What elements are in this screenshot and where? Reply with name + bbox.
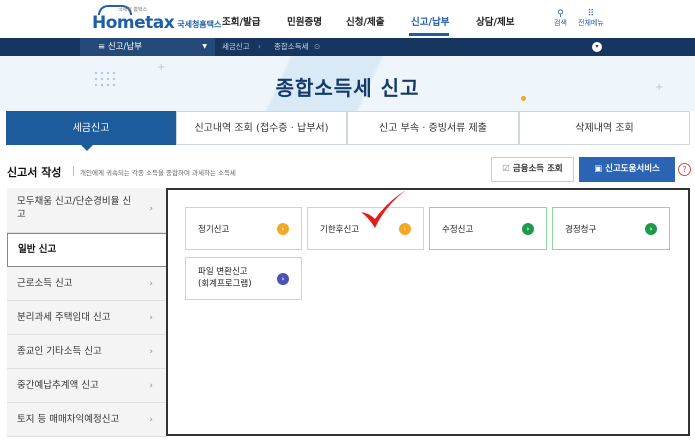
chevron-right-icon: › [149,347,153,357]
chevron-right-icon: › [149,381,153,391]
hometax-logo[interactable]: 국세청 홈택스 Hometax 국세청홈택스 [92,5,222,33]
check-mark-icon [361,190,406,228]
all-menu-button[interactable]: ⠿ 전체메뉴 [578,9,604,28]
location-bar: ≡ 신고/납부 ▼ 세금신고 › 종합소득세 ⊙ ▾ [0,38,695,56]
breadcrumb-tax-filing[interactable]: 세금신고 [222,38,250,56]
breadcrumb-separator-icon: › [258,42,261,51]
logo-main-text: Hometax [92,13,175,33]
side-menu-label: 분리과세 주택임대 신고 [17,312,111,323]
side-menu-item-earned-income[interactable]: 근로소득 신고 › [7,267,167,301]
tab-filing-history[interactable]: 신고내역 조회 (접수증 · 납부서) [176,111,347,145]
card-label: 경정청구 [565,224,597,235]
card-label-line1: 파일 변환신고 [198,267,248,278]
active-nav-underline [409,33,449,36]
section-title: 신고서 작성 [7,166,62,179]
card-label: 정기신고 [198,224,230,235]
card-label: 수정신고 [442,224,474,235]
side-menu-label: 모두채움 신고/단순경비율 신고 [17,196,132,220]
all-menu-label: 전체메뉴 [578,18,604,27]
side-menu-item-general[interactable]: 일반 신고 [7,233,168,267]
section-description: 개인에게 귀속되는 각종 소득을 종합하여 과세하는 소득세 [80,169,236,177]
side-menu-item-land-sale[interactable]: 토지 등 매매차익예정신고 › [7,403,167,437]
menu-dropdown[interactable]: ≡ 신고/납부 ▼ [80,38,215,56]
search-label: 검색 [554,18,567,27]
card-amended-filing[interactable]: 수정신고 › [429,207,547,250]
nav-item-filing[interactable]: 신고/납부 [411,14,449,28]
chevron-right-icon: › [149,313,153,323]
financial-income-label: 금융소득 조회 [512,164,563,174]
checklist-icon: ☑ [502,164,510,174]
card-regular-filing[interactable]: 정기신고 › [185,207,302,250]
side-menu-label: 근로소득 신고 [17,278,73,289]
top-header: 국세청 홈택스 Hometax 국세청홈택스 조회/발급 민원증명 신청/제출 … [0,0,695,38]
question-icon[interactable]: ? [678,163,691,176]
menu-dropdown-label: ≡ 신고/납부 [98,42,142,52]
card-label-line2: (회계프로그램) [198,278,252,289]
nav-item-application[interactable]: 신청/제출 [346,14,384,28]
financial-income-button[interactable]: ☑ 금융소득 조회 [491,157,574,182]
dropdown-arrow-icon: ▼ [202,43,207,50]
side-menu-label: 일반 신고 [18,244,57,255]
arrow-circle-icon: › [277,273,289,285]
side-menu-item-interim[interactable]: 중간예납추계액 신고 › [7,369,167,403]
breadcrumb-expand-icon: ⊙ [314,42,321,51]
chevron-right-icon: › [149,204,153,214]
nav-item-inquiry[interactable]: 조회/발급 [222,14,260,28]
side-menu-label: 토지 등 매매차익예정신고 [17,414,120,425]
side-menu-item-housing-rental[interactable]: 분리과세 주택임대 신고 › [7,301,167,335]
nav-item-certificate[interactable]: 민원증명 [287,14,322,28]
nav-more-icon[interactable]: ▾ [592,42,602,52]
chevron-right-icon: › [149,279,153,289]
logo-tiny-text: 국세청 홈택스 [118,7,148,13]
filing-help-button[interactable]: ▣ 신고도움서비스 [579,157,675,182]
page-banner: + + 종합소득세 신고 [0,56,695,111]
tab-tax-filing[interactable]: 세금신고 [6,111,176,145]
arrow-circle-icon: › [645,223,657,235]
arrow-circle-icon: › [277,223,289,235]
side-menu-label: 중간예납추계액 신고 [17,380,99,391]
card-label: 파일 변환신고 (회계프로그램) [198,267,252,290]
card-label: 기한후신고 [320,224,360,235]
filing-help-label: 신고도움서비스 [605,164,660,174]
active-tab-caret [81,145,93,151]
card-correction-claim[interactable]: 경정청구 › [552,207,670,250]
side-menu-item-religious[interactable]: 종교인 기타소득 신고 › [7,335,167,369]
page-title: 종합소득세 신고 [275,76,420,100]
section-divider [73,166,74,176]
chevron-right-icon: › [149,415,153,425]
breadcrumb-income-tax[interactable]: 종합소득세 [274,38,309,56]
tab-bar: 세금신고 신고내역 조회 (접수증 · 납부서) 신고 부속 · 증빙서류 제출… [6,111,690,145]
arrow-circle-icon: › [522,223,534,235]
logo-sub-text: 국세청홈택스 [177,20,222,29]
tab-deleted-history[interactable]: 삭제내역 조회 [519,111,690,145]
nav-item-consult[interactable]: 상담/제보 [476,14,514,28]
card-file-conversion[interactable]: 파일 변환신고 (회계프로그램) › [185,257,302,300]
side-menu-item-prefilled[interactable]: 모두채움 신고/단순경비율 신고 › [7,188,167,233]
tab-attachments[interactable]: 신고 부속 · 증빙서류 제출 [347,111,519,145]
book-icon: ▣ [594,164,603,174]
search-button[interactable]: ⚲ 검색 [554,9,567,28]
side-menu-label: 종교인 기타소득 신고 [17,346,102,357]
